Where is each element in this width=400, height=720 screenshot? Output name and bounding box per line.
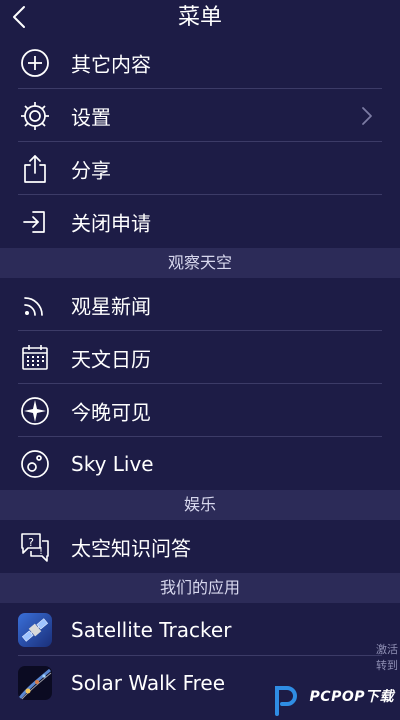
quiz-bubbles-icon: ? !	[18, 530, 52, 564]
menu-item-label: 天文日历	[71, 347, 151, 371]
menu-item-label: Sky Live	[71, 451, 154, 476]
app-item-solar-walk-free[interactable]: Solar Walk Free	[0, 656, 400, 709]
section-header-entertainment: 娱乐	[0, 490, 400, 520]
menu-item-visible-tonight[interactable]: 今晚可见	[0, 384, 400, 437]
menu-item-label: 太空知识问答	[71, 536, 191, 560]
page-title: 菜单	[177, 5, 222, 30]
menu-item-sky-live[interactable]: Sky Live	[0, 437, 400, 490]
menu-item-label: 今晚可见	[71, 400, 151, 424]
menu-item-label: 其它内容	[71, 52, 151, 76]
menu-item-label: Solar Walk Free	[71, 670, 226, 695]
gear-icon	[18, 99, 52, 133]
calendar-icon	[18, 341, 52, 375]
satellite-app-icon	[18, 612, 52, 647]
menu-screen: 菜单 其它内容 设置 分享 关闭申请 观察天空 观星新闻 天文日历 今晚可见 S…	[0, 0, 400, 720]
share-icon	[18, 152, 52, 186]
menu-item-label: 关闭申请	[71, 211, 151, 235]
menu-item-label: 观星新闻	[71, 294, 151, 318]
menu-item-label: 分享	[71, 158, 111, 182]
menu-item-stargazing-news[interactable]: 观星新闻	[0, 278, 400, 331]
plus-circle-icon	[18, 46, 52, 80]
svg-text:!: !	[39, 546, 43, 557]
compass-star-icon	[18, 394, 52, 428]
menu-item-settings[interactable]: 设置	[0, 89, 400, 142]
rss-icon	[18, 288, 52, 322]
activation-watermark-line: 激活	[376, 643, 398, 656]
menu-item-close-request[interactable]: 关闭申请	[0, 195, 400, 248]
top-bar: 菜单	[0, 0, 400, 36]
section-header-observe-sky: 观察天空	[0, 248, 400, 278]
menu-item-more-content[interactable]: 其它内容	[0, 36, 400, 89]
activation-watermark: 激活 转到	[376, 642, 398, 674]
moon-craters-icon	[18, 447, 52, 481]
menu-item-label: 设置	[71, 105, 111, 129]
app-item-satellite-tracker[interactable]: Satellite Tracker	[0, 603, 400, 656]
menu-item-space-quiz[interactable]: ? ! 太空知识问答	[0, 520, 400, 573]
menu-item-share[interactable]: 分享	[0, 142, 400, 195]
menu-item-astro-calendar[interactable]: 天文日历	[0, 331, 400, 384]
sign-in-icon	[18, 205, 52, 239]
activation-watermark-line: 转到	[376, 659, 398, 672]
chevron-right-icon	[362, 106, 372, 125]
section-header-our-apps: 我们的应用	[0, 573, 400, 603]
menu-item-label: Satellite Tracker	[71, 617, 232, 642]
solar-walk-app-icon	[18, 665, 52, 700]
svg-text:?: ?	[28, 536, 34, 549]
